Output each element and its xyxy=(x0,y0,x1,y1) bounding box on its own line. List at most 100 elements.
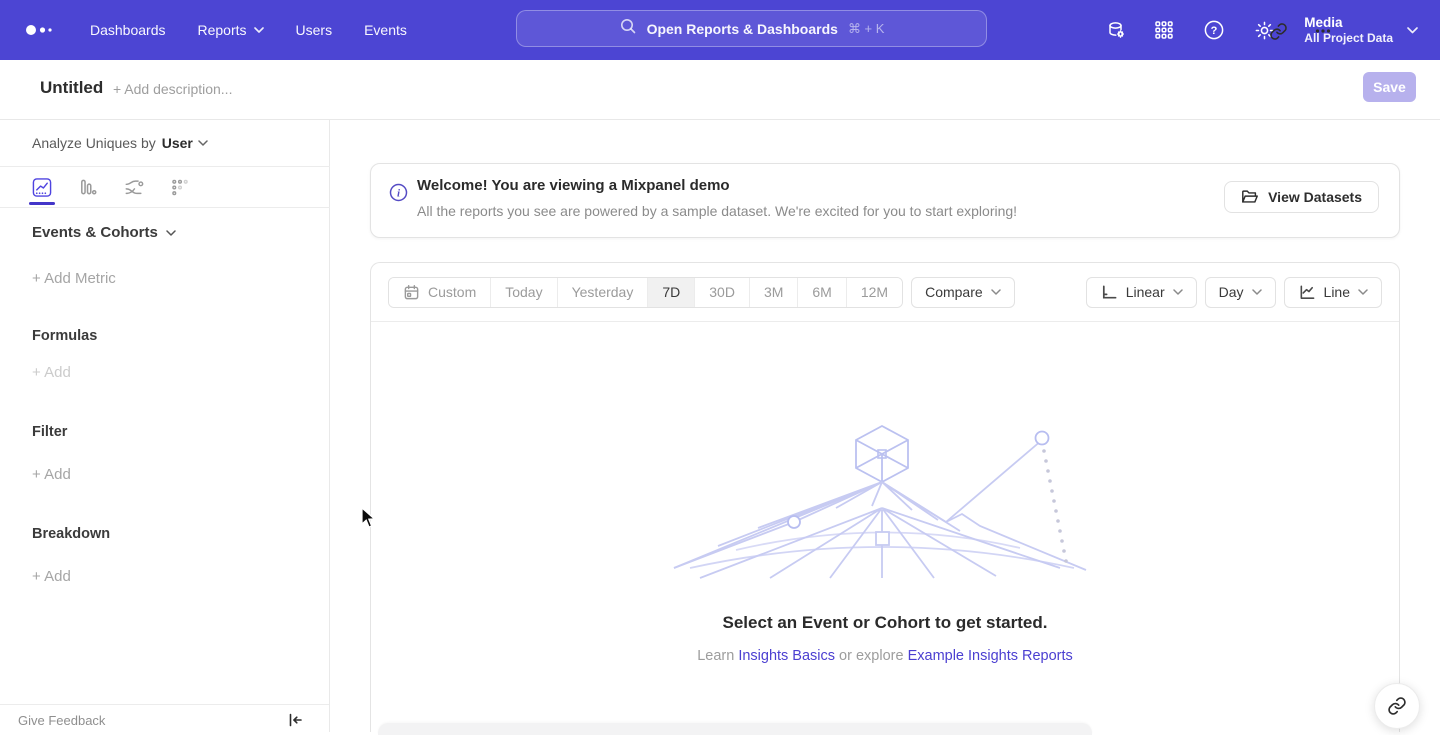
add-filter-button[interactable]: + Add xyxy=(32,466,71,483)
tab-bar-chart[interactable] xyxy=(78,177,98,205)
top-navbar: Dashboards Reports Users Events Open Rep… xyxy=(0,0,1440,60)
search-shortcut: ⌘ + K xyxy=(848,21,885,37)
date-range-7d[interactable]: 7D xyxy=(648,278,695,307)
nav-dashboards-label: Dashboards xyxy=(90,22,166,38)
chevron-down-icon xyxy=(198,140,208,146)
data-management-icon[interactable] xyxy=(1104,18,1128,42)
tab-flows[interactable] xyxy=(124,177,144,205)
interval-label: Day xyxy=(1219,284,1244,300)
date-range-12m-label: 12M xyxy=(861,284,888,300)
add-metric-button[interactable]: + Add Metric xyxy=(32,270,116,287)
learn-prefix: Learn xyxy=(697,648,738,664)
add-breakdown-button[interactable]: + Add xyxy=(32,568,71,585)
date-range-custom-label: Custom xyxy=(428,284,476,300)
date-range-12m[interactable]: 12M xyxy=(847,278,902,307)
formulas-section-title: Formulas xyxy=(32,328,97,344)
line-chart-icon xyxy=(1298,284,1316,301)
date-range-6m[interactable]: 6M xyxy=(798,278,846,307)
more-options-button[interactable] xyxy=(1310,18,1336,44)
chevron-down-icon xyxy=(1252,289,1262,295)
empty-state-title: Select an Event or Cohort to get started… xyxy=(370,613,1400,633)
date-range-3m[interactable]: 3M xyxy=(750,278,798,307)
chevron-down-icon xyxy=(254,27,264,33)
or-explore-text: or explore xyxy=(835,648,908,664)
date-range-yesterday[interactable]: Yesterday xyxy=(558,278,649,307)
scale-label: Linear xyxy=(1126,284,1165,300)
nav-users-label: Users xyxy=(296,22,333,38)
folder-open-icon xyxy=(1241,189,1259,205)
date-range-custom[interactable]: Custom xyxy=(389,278,491,307)
date-range-yesterday-label: Yesterday xyxy=(572,284,634,300)
card-footer-peek xyxy=(378,723,1092,735)
svg-text:?: ? xyxy=(1211,25,1218,37)
breakdown-section-title: Breakdown xyxy=(32,526,110,542)
report-header: Untitled + Add description... xyxy=(0,60,1440,120)
search-placeholder: Open Reports & Dashboards xyxy=(647,21,838,37)
events-cohorts-label: Events & Cohorts xyxy=(32,224,158,241)
report-description-placeholder[interactable]: + Add description... xyxy=(113,81,232,97)
tab-retention-grid[interactable] xyxy=(170,177,190,205)
tab-insights-chart[interactable] xyxy=(32,177,52,205)
give-feedback-link[interactable]: Give Feedback xyxy=(18,713,105,728)
selected-tab-indicator xyxy=(29,202,55,205)
nav-events[interactable]: Events xyxy=(364,22,407,38)
collapse-sidebar-icon[interactable] xyxy=(286,711,306,731)
chart-toolbar: Custom Today Yesterday 7D 30D 3M 6M 12M … xyxy=(371,263,1399,322)
chevron-down-icon xyxy=(1173,289,1183,295)
banner-subtitle: All the reports you see are powered by a… xyxy=(417,203,1017,219)
date-range-segmented-control: Custom Today Yesterday 7D 30D 3M 6M 12M xyxy=(388,277,903,308)
banner-title: Welcome! You are viewing a Mixpanel demo xyxy=(417,177,730,194)
help-icon[interactable]: ? xyxy=(1202,18,1226,42)
date-range-today[interactable]: Today xyxy=(491,278,557,307)
view-datasets-label: View Datasets xyxy=(1268,189,1362,205)
nav-events-label: Events xyxy=(364,22,407,38)
filter-section-title: Filter xyxy=(32,424,67,440)
date-range-30d-label: 30D xyxy=(709,284,735,300)
search-icon xyxy=(619,17,637,40)
chevron-down-icon xyxy=(1407,27,1418,34)
compare-dropdown[interactable]: Compare xyxy=(911,277,1015,308)
apps-grid-icon[interactable] xyxy=(1152,18,1176,42)
add-formula-button[interactable]: + Add xyxy=(32,364,71,381)
insights-basics-link[interactable]: Insights Basics xyxy=(738,648,835,664)
calendar-icon xyxy=(403,284,420,301)
svg-text:i: i xyxy=(397,188,401,200)
empty-state-links: Learn Insights Basics or explore Example… xyxy=(370,648,1400,664)
copy-link-icon[interactable] xyxy=(1265,18,1291,44)
report-title[interactable]: Untitled xyxy=(40,78,103,98)
example-reports-link[interactable]: Example Insights Reports xyxy=(908,648,1073,664)
empty-state-illustration xyxy=(660,418,1108,585)
link-icon xyxy=(1387,696,1407,716)
chart-type-label: Line xyxy=(1324,284,1350,300)
scale-dropdown[interactable]: Linear xyxy=(1086,277,1197,308)
query-builder-sidebar: Analyze Uniques by User xyxy=(0,120,330,732)
demo-welcome-banner: i Welcome! You are viewing a Mixpanel de… xyxy=(370,163,1400,238)
info-icon: i xyxy=(389,183,408,207)
mixpanel-logo[interactable] xyxy=(24,20,58,40)
nav-reports[interactable]: Reports xyxy=(198,22,264,38)
date-range-today-label: Today xyxy=(505,284,542,300)
chevron-down-icon xyxy=(1358,289,1368,295)
nav-reports-label: Reports xyxy=(198,22,247,38)
analyze-by-dropdown[interactable]: User xyxy=(162,135,208,151)
linear-scale-icon xyxy=(1100,284,1118,301)
date-range-6m-label: 6M xyxy=(812,284,831,300)
nav-dashboards[interactable]: Dashboards xyxy=(90,22,166,38)
share-link-button[interactable] xyxy=(1374,683,1420,729)
analyze-by-value: User xyxy=(162,135,193,151)
events-cohorts-section[interactable]: Events & Cohorts xyxy=(32,224,176,241)
date-range-30d[interactable]: 30D xyxy=(695,278,750,307)
mixpanel-logo-icon xyxy=(24,20,58,40)
interval-dropdown[interactable]: Day xyxy=(1205,277,1276,308)
chart-type-dropdown[interactable]: Line xyxy=(1284,277,1382,308)
analyze-uniques-label: Analyze Uniques by xyxy=(32,135,156,151)
view-datasets-button[interactable]: View Datasets xyxy=(1224,181,1379,213)
compare-label: Compare xyxy=(925,284,983,300)
chevron-down-icon xyxy=(166,230,176,236)
global-search[interactable]: Open Reports & Dashboards ⌘ + K xyxy=(516,10,987,47)
nav-users[interactable]: Users xyxy=(296,22,333,38)
chevron-down-icon xyxy=(991,289,1001,295)
date-range-7d-label: 7D xyxy=(662,284,680,300)
save-button[interactable]: Save xyxy=(1363,72,1416,102)
date-range-3m-label: 3M xyxy=(764,284,783,300)
